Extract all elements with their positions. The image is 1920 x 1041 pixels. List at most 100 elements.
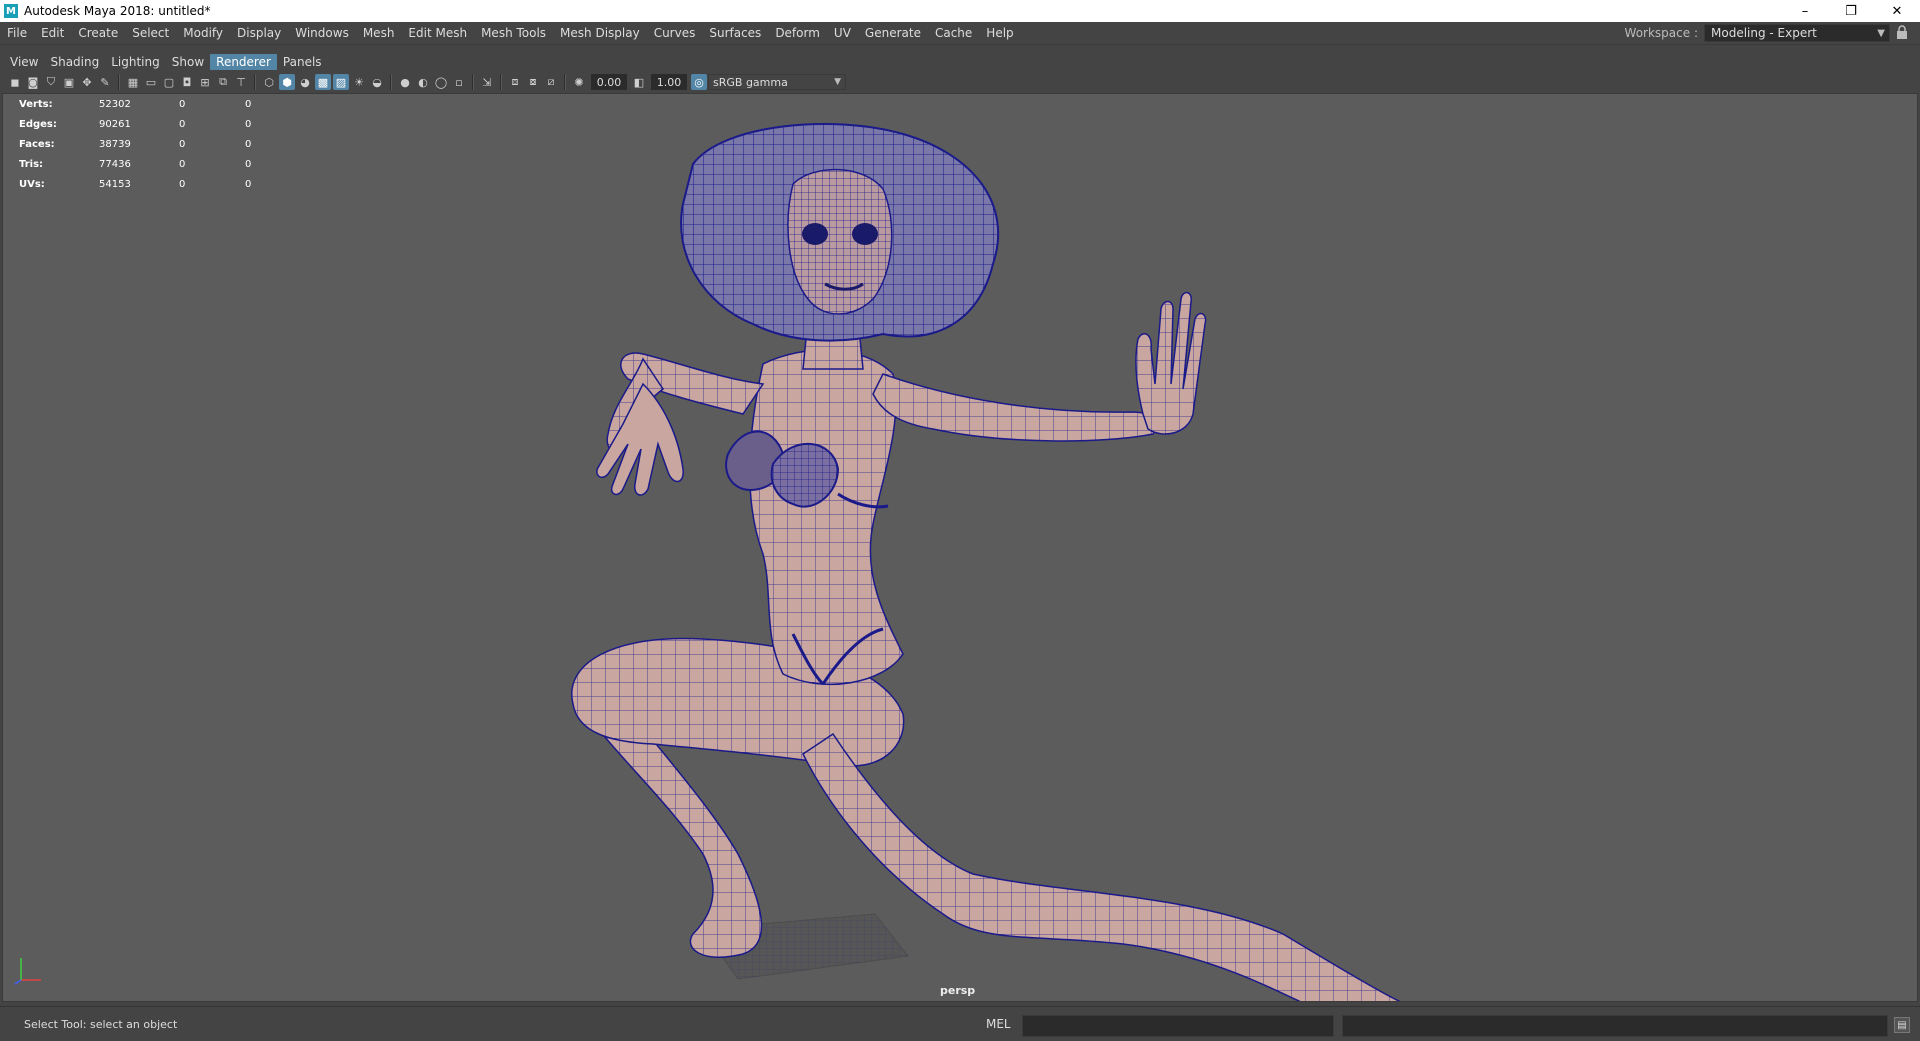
- gate-mask-icon[interactable]: ◘: [179, 74, 195, 90]
- menu-deform[interactable]: Deform: [768, 26, 827, 40]
- workspace-dropdown[interactable]: Modeling - Expert ▼: [1704, 24, 1890, 42]
- gamma-field[interactable]: 1.00: [651, 74, 687, 90]
- grease-pencil-icon[interactable]: ✎: [97, 74, 113, 90]
- view-transform-dropdown[interactable]: sRGB gamma ▼: [708, 74, 846, 90]
- use-all-lights-icon[interactable]: ☀: [351, 74, 367, 90]
- 2d-pan-zoom-icon[interactable]: ✥: [79, 74, 95, 90]
- exposure-icon[interactable]: ✺: [571, 74, 587, 90]
- select-camera-icon[interactable]: ◼: [7, 74, 23, 90]
- command-line-input[interactable]: [1022, 1015, 1334, 1037]
- hud-value: 0: [245, 178, 252, 190]
- maximize-button[interactable]: ❐: [1828, 0, 1874, 22]
- workspace-selector: Workspace : Modeling - Expert ▼: [1625, 24, 1910, 42]
- textured-icon[interactable]: ▨: [333, 74, 349, 90]
- hud-value: 54153: [99, 178, 131, 190]
- menu-generate[interactable]: Generate: [858, 26, 928, 40]
- menu-curves[interactable]: Curves: [647, 26, 703, 40]
- menu-create[interactable]: Create: [71, 26, 125, 40]
- menu-help[interactable]: Help: [979, 26, 1020, 40]
- hud-label: Verts:: [19, 98, 53, 110]
- isolate-select-icon[interactable]: ⇲: [479, 74, 495, 90]
- workspace-label: Workspace :: [1624, 26, 1698, 40]
- chevron-down-icon: ▼: [1877, 28, 1885, 39]
- command-language-toggle[interactable]: MEL: [986, 1017, 1011, 1031]
- hud-value: 0: [245, 158, 252, 170]
- grid-icon[interactable]: ▦: [125, 74, 141, 90]
- menu-windows[interactable]: Windows: [288, 26, 356, 40]
- hud-value: 90261: [99, 118, 131, 130]
- safe-title-icon[interactable]: ⊤: [233, 74, 249, 90]
- menu-mesh[interactable]: Mesh: [356, 26, 402, 40]
- hud-value: 0: [179, 118, 186, 130]
- menu-file[interactable]: File: [0, 26, 34, 40]
- persp-viewport[interactable]: Verts: 52302 0 0 Edges: 90261 0 0 Faces:…: [2, 93, 1918, 1002]
- toolbar-separator: [254, 74, 256, 90]
- toolbar-separator: [118, 74, 120, 90]
- menu-mesh-tools[interactable]: Mesh Tools: [474, 26, 553, 40]
- depth-of-field-icon[interactable]: ▫: [451, 74, 467, 90]
- menu-edit[interactable]: Edit: [34, 26, 71, 40]
- wireframe-on-shaded-icon[interactable]: ▩: [315, 74, 331, 90]
- hud-label: Edges:: [19, 118, 57, 130]
- color-management-icon[interactable]: ◎: [691, 74, 707, 90]
- hud-row-uvs: UVs: 54153 0 0: [19, 174, 275, 194]
- panel-menu-renderer[interactable]: Renderer: [210, 54, 277, 70]
- hud-value: 38739: [99, 138, 131, 150]
- menu-display[interactable]: Display: [230, 26, 288, 40]
- toolbar-separator: [564, 74, 566, 90]
- motion-blur-icon[interactable]: ◐: [415, 74, 431, 90]
- smooth-shade-icon[interactable]: ⬢: [279, 74, 295, 90]
- panel-menu-lighting[interactable]: Lighting: [105, 54, 166, 70]
- screen-space-ao-icon[interactable]: ●: [397, 74, 413, 90]
- lock-icon[interactable]: [1896, 25, 1910, 41]
- maya-app-icon: M: [4, 4, 18, 18]
- hud-row-tris: Tris: 77436 0 0: [19, 154, 275, 174]
- menu-modify[interactable]: Modify: [176, 26, 230, 40]
- default-material-icon[interactable]: ◕: [297, 74, 313, 90]
- safe-action-icon[interactable]: ⧉: [215, 74, 231, 90]
- hud-value: 0: [245, 118, 252, 130]
- workspace-value: Modeling - Expert: [1711, 26, 1817, 40]
- hud-row-faces: Faces: 38739 0 0: [19, 134, 275, 154]
- poly-count-hud: Verts: 52302 0 0 Edges: 90261 0 0 Faces:…: [19, 94, 275, 194]
- menu-cache[interactable]: Cache: [928, 26, 979, 40]
- character-mesh: [571, 123, 1401, 1001]
- panel-menu-view[interactable]: View: [4, 54, 44, 70]
- menu-mesh-display[interactable]: Mesh Display: [553, 26, 647, 40]
- hud-value: 0: [179, 178, 186, 190]
- panel-toolbar: ◼ ◙ ⛉ ▣ ✥ ✎ ▦ ▭ ▢ ◘ ⊞ ⧉ ⊤ ⬡ ⬢ ◕ ▩ ▨ ☀ ◒ …: [6, 72, 1906, 92]
- xray-active-components-icon[interactable]: ⧇: [525, 74, 541, 90]
- xray-joints-icon[interactable]: ⧄: [543, 74, 559, 90]
- multisample-aa-icon[interactable]: ◯: [433, 74, 449, 90]
- bookmark-icon[interactable]: ⛉: [43, 74, 59, 90]
- field-chart-icon[interactable]: ⊞: [197, 74, 213, 90]
- chevron-down-icon: ▼: [834, 77, 841, 87]
- wireframe-icon[interactable]: ⬡: [261, 74, 277, 90]
- menu-uv[interactable]: UV: [827, 26, 858, 40]
- exposure-field[interactable]: 0.00: [591, 74, 627, 90]
- panel-menu-panels[interactable]: Panels: [277, 54, 328, 70]
- menu-select[interactable]: Select: [125, 26, 176, 40]
- close-button[interactable]: ✕: [1874, 0, 1920, 22]
- hud-value: 52302: [99, 98, 131, 110]
- toolbar-separator: [390, 74, 392, 90]
- status-bar: Select Tool: select an object MEL ▤: [0, 1006, 1920, 1041]
- panel-menu-shading[interactable]: Shading: [44, 54, 105, 70]
- script-editor-icon[interactable]: ▤: [1894, 1017, 1910, 1033]
- film-gate-icon[interactable]: ▭: [143, 74, 159, 90]
- hud-label: UVs:: [19, 178, 45, 190]
- panel-menu-show[interactable]: Show: [166, 54, 210, 70]
- minimize-button[interactable]: –: [1782, 0, 1828, 22]
- resolution-gate-icon[interactable]: ▢: [161, 74, 177, 90]
- hud-value: 0: [179, 138, 186, 150]
- camera-attributes-icon[interactable]: ◙: [25, 74, 41, 90]
- image-plane-icon[interactable]: ▣: [61, 74, 77, 90]
- gamma-icon[interactable]: ◧: [631, 74, 647, 90]
- shadows-icon[interactable]: ◒: [369, 74, 385, 90]
- hud-value: 77436: [99, 158, 131, 170]
- hud-value: 0: [245, 98, 252, 110]
- menu-surfaces[interactable]: Surfaces: [702, 26, 768, 40]
- xray-icon[interactable]: ⧈: [507, 74, 523, 90]
- menu-edit-mesh[interactable]: Edit Mesh: [401, 26, 474, 40]
- camera-name-label: persp: [940, 984, 976, 997]
